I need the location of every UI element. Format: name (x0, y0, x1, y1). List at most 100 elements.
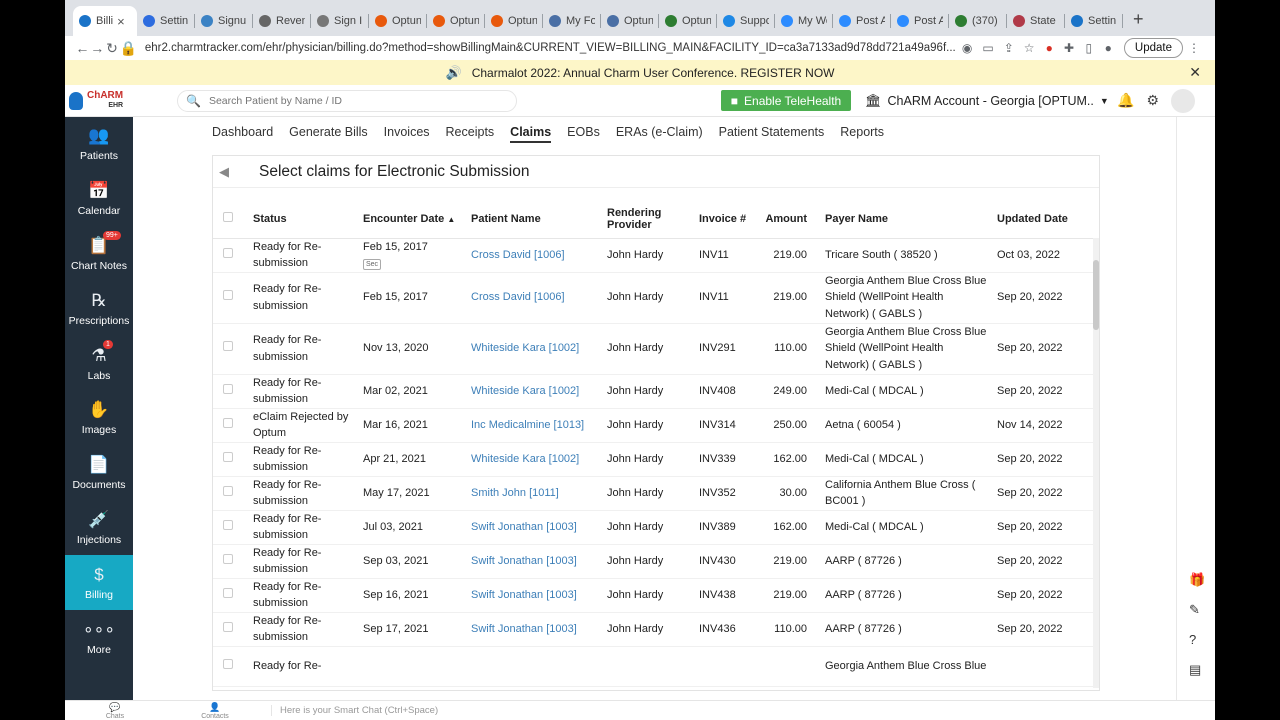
table-row[interactable]: Ready for Re-submission Sep 17, 2021 Swift… (213, 612, 1093, 647)
browser-tab[interactable]: Optun (601, 6, 659, 36)
row-checkbox[interactable] (223, 519, 233, 530)
patient-link[interactable]: Swift Jonathan [1003] (467, 612, 603, 647)
col-amount[interactable]: Amount (761, 200, 811, 239)
table-row[interactable]: Ready for Re-submission Mar 02, 2021 White… (213, 374, 1093, 409)
tab-reports[interactable]: Reports (840, 125, 884, 143)
table-row[interactable]: Ready for Re-submission Sep 03, 2021 Swift… (213, 544, 1093, 579)
tab-invoices[interactable]: Invoices (384, 125, 430, 143)
close-tab-icon[interactable]: × (117, 14, 125, 29)
browser-tab[interactable]: Optun (427, 6, 485, 36)
lock-icon[interactable]: 🔒 (119, 40, 136, 57)
patient-link[interactable]: Whiteside Kara [1002] (467, 323, 603, 375)
patient-link[interactable]: Smith John [1011] (467, 476, 603, 511)
col-invoice[interactable]: Invoice # (695, 200, 761, 239)
tab-receipts[interactable]: Receipts (446, 125, 495, 143)
row-checkbox[interactable] (223, 247, 233, 258)
browser-tab[interactable]: Post A (891, 6, 949, 36)
tab-dashboard[interactable]: Dashboard (212, 125, 273, 143)
browser-tab[interactable]: My Fo (543, 6, 601, 36)
patient-link[interactable]: Swift Jonathan [1003] (467, 578, 603, 613)
share-icon[interactable]: ⇪ (1004, 41, 1014, 55)
sidebar-item-more[interactable]: ∘∘∘ More (65, 610, 133, 665)
table-row[interactable]: Ready for Re-submission Feb 15, 2017 Cross… (213, 272, 1093, 324)
table-row[interactable]: eClaim Rejected by Optum Mar 16, 2021 Inc … (213, 408, 1093, 443)
tab-generate-bills[interactable]: Generate Bills (289, 125, 368, 143)
row-checkbox[interactable] (223, 451, 233, 462)
col-rendering-provider[interactable]: Rendering Provider (603, 200, 695, 239)
account-selector[interactable]: 🏛 ChARM Account - Georgia [OPTUM.. ▼ (865, 93, 1109, 109)
url-field[interactable]: ehr2.charmtracker.com/ehr/physician/bill… (137, 37, 957, 59)
browser-tab[interactable]: State (1007, 6, 1065, 36)
sidebar-item-billing[interactable]: $ Billing (65, 555, 133, 611)
table-row[interactable]: Ready for Re-submission May 17, 2021 Smith… (213, 476, 1093, 511)
row-checkbox[interactable] (223, 658, 233, 669)
table-row[interactable]: Ready for Re-submission Jul 03, 2021 Swift… (213, 510, 1093, 545)
smart-chat-input[interactable]: Here is your Smart Chat (Ctrl+Space) (271, 705, 438, 716)
browser-tab[interactable]: Billi × (73, 6, 137, 36)
back-arrow-icon[interactable]: ← (75, 40, 90, 56)
extension-red-icon[interactable]: ● (1045, 41, 1054, 55)
sidebar-item-labs[interactable]: ⚗ Labs 1 (65, 336, 133, 391)
sidebar-item-documents[interactable]: 📄 Documents (65, 446, 133, 501)
sidebar-item-calendar[interactable]: 📅 Calendar (65, 172, 133, 227)
browser-tab[interactable]: Sign I (311, 6, 369, 36)
scrollbar-thumb[interactable] (1093, 260, 1099, 330)
sidebar-item-prescriptions[interactable]: ℞ Prescriptions (65, 281, 133, 336)
extensions-puzzle-icon[interactable]: ✚ (1064, 41, 1074, 55)
row-checkbox[interactable] (223, 587, 233, 598)
row-checkbox[interactable] (223, 290, 233, 301)
patient-link[interactable]: Cross David [1006] (467, 272, 603, 324)
table-scrollbar[interactable] (1093, 238, 1099, 688)
update-button[interactable]: Update (1123, 38, 1183, 58)
enable-telehealth-button[interactable]: ■ Enable TeleHealth (721, 90, 851, 111)
charm-logo[interactable]: ChARM EHR (65, 90, 133, 111)
contacts-tab[interactable]: 👤 Contacts (165, 702, 265, 720)
table-row[interactable]: Ready for Re-submission Nov 13, 2020 White… (213, 323, 1093, 375)
row-checkbox[interactable] (223, 553, 233, 564)
menu-dots-icon[interactable]: ⋮ (1188, 41, 1200, 55)
table-row[interactable]: Ready for Re-submission Feb 15, 2017 Sec Cr… (213, 238, 1093, 273)
patient-link[interactable]: Swift Jonathan [1003] (467, 544, 603, 579)
chats-tab[interactable]: 💬 Chats (65, 702, 165, 720)
tab-eras-e-claim[interactable]: ERAs (e-Claim) (616, 125, 703, 143)
row-checkbox[interactable] (223, 341, 233, 352)
browser-tab[interactable]: Optun (659, 6, 717, 36)
browser-tab[interactable]: Optun (369, 6, 427, 36)
profile-icon[interactable]: ● (1103, 41, 1112, 55)
row-checkbox[interactable] (223, 383, 233, 394)
back-arrow-icon[interactable]: ◀ (219, 164, 243, 180)
table-row[interactable]: Ready for Re- Georgia Anthem Blue Cross B… (213, 646, 1093, 687)
tab-claims[interactable]: Claims (510, 125, 552, 143)
reload-icon[interactable]: ↻ (105, 40, 120, 57)
col-encounter-date[interactable]: Encounter Date ▲ (359, 200, 467, 239)
browser-tab[interactable]: (370) (949, 6, 1007, 36)
row-checkbox[interactable] (223, 621, 233, 632)
sidebar-item-injections[interactable]: 💉 Injections (65, 501, 133, 556)
patient-search-box[interactable]: 🔍 (177, 89, 517, 112)
browser-tab[interactable]: Suppo (717, 6, 775, 36)
patient-search-input[interactable] (208, 94, 499, 107)
browser-tab[interactable]: Reven (253, 6, 311, 36)
row-checkbox[interactable] (223, 485, 233, 496)
avatar[interactable] (1171, 88, 1195, 113)
col-updated-date[interactable]: Updated Date (993, 200, 1093, 239)
table-row[interactable]: Ready for Re-submission Sep 16, 2021 Swift… (213, 578, 1093, 613)
tab-patient-statements[interactable]: Patient Statements (719, 125, 825, 143)
new-tab-icon[interactable]: + (1133, 9, 1144, 30)
pin-icon[interactable]: ✎ (1189, 602, 1200, 618)
browser-tab[interactable]: Settin (1065, 6, 1123, 36)
browser-tab[interactable]: Optun (485, 6, 543, 36)
cast-icon[interactable]: ▭ (982, 41, 993, 55)
location-icon[interactable]: ◉ (962, 41, 972, 55)
browser-tab[interactable]: Post A (833, 6, 891, 36)
browser-tab[interactable]: Signu (195, 6, 253, 36)
sidepanel-icon[interactable]: ▯ (1084, 41, 1093, 55)
table-row[interactable]: Ready for Re-submission Apr 21, 2021 White… (213, 442, 1093, 477)
close-icon[interactable]: ✕ (1189, 64, 1201, 81)
sidebar-item-chart-notes[interactable]: 📋 Chart Notes 99+ (65, 227, 133, 282)
patient-link[interactable] (467, 646, 603, 687)
bell-icon[interactable]: 🔔 (1117, 92, 1134, 109)
gear-icon[interactable]: ⚙ (1146, 92, 1159, 109)
patient-link[interactable]: Whiteside Kara [1002] (467, 442, 603, 477)
banner-text[interactable]: Charmalot 2022: Annual Charm User Confer… (472, 66, 835, 80)
